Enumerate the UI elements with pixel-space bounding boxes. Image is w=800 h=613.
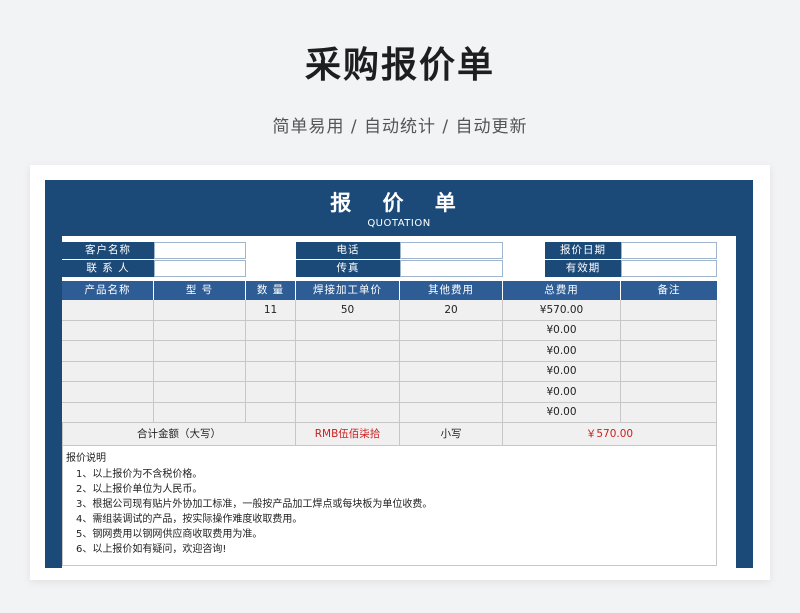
table-cell[interactable] — [400, 321, 503, 341]
col-header-product: 产品名称 — [62, 281, 154, 300]
fax-field[interactable] — [400, 260, 503, 277]
page-subtitle: 简单易用 / 自动统计 / 自动更新 — [272, 117, 528, 137]
table-cell[interactable] — [62, 321, 154, 341]
table-cell[interactable]: ¥570.00 — [503, 300, 621, 321]
table-cell[interactable] — [621, 321, 717, 341]
note-item: 3、根据公司现有贴片外协加工标准，一般按产品加工焊点或每块板为单位收费。 — [76, 499, 433, 510]
quotation-form: 客户名称 联 系 人 电话 传真 报价日期 有效期 产品名称 型 号 数 量 焊… — [62, 236, 736, 568]
table-cell[interactable] — [154, 382, 246, 403]
customer-label: 客户名称 — [62, 242, 154, 259]
table-cell[interactable] — [246, 382, 296, 403]
table-cell[interactable]: ¥0.00 — [503, 321, 621, 341]
table-cell[interactable] — [621, 362, 717, 382]
phone-label: 电话 — [296, 242, 400, 259]
total-amount-words: RMB伍佰柒拾 — [296, 423, 400, 446]
table-cell[interactable] — [154, 341, 246, 362]
notes-title: 报价说明 — [66, 453, 106, 464]
sheet-subtitle: QUOTATION — [367, 218, 431, 229]
table-cell[interactable] — [621, 403, 717, 423]
table-cell[interactable] — [296, 403, 400, 423]
quote-date-field[interactable] — [621, 242, 717, 259]
quotation-sheet: 报 价 单 QUOTATION 客户名称 联 系 人 电话 传真 报价日期 有效… — [45, 180, 753, 568]
table-cell[interactable]: 11 — [246, 300, 296, 321]
table-cell[interactable]: 20 — [400, 300, 503, 321]
total-amount-label: 合计金额（大写） — [62, 423, 296, 446]
col-header-remarks: 备注 — [621, 281, 717, 300]
customer-field[interactable] — [154, 242, 246, 259]
note-item: 6、以上报价如有疑问，欢迎咨询! — [76, 544, 227, 555]
col-header-model: 型 号 — [154, 281, 246, 300]
note-item: 5、钢网费用以钢网供应商收取费用为准。 — [76, 529, 263, 540]
phone-field[interactable] — [400, 242, 503, 259]
col-header-quantity: 数 量 — [246, 281, 296, 300]
table-cell[interactable]: ¥0.00 — [503, 403, 621, 423]
note-item: 1、以上报价为不含税价格。 — [76, 469, 203, 480]
validity-label: 有效期 — [545, 260, 621, 277]
table-cell[interactable] — [154, 300, 246, 321]
table-cell[interactable] — [621, 341, 717, 362]
table-cell[interactable]: ¥0.00 — [503, 382, 621, 403]
total-small-label: 小写 — [400, 423, 503, 446]
table-cell[interactable] — [246, 321, 296, 341]
table-cell[interactable] — [400, 403, 503, 423]
table-cell[interactable] — [154, 321, 246, 341]
total-amount-number: ￥570.00 — [503, 423, 717, 446]
contact-label: 联 系 人 — [62, 260, 154, 277]
contact-field[interactable] — [154, 260, 246, 277]
table-cell[interactable] — [296, 362, 400, 382]
quotation-notes: 报价说明 1、以上报价为不含税价格。 2、以上报价单位为人民币。 3、根据公司现… — [62, 446, 717, 566]
col-header-total: 总费用 — [503, 281, 621, 300]
table-cell[interactable] — [62, 403, 154, 423]
table-cell[interactable] — [246, 341, 296, 362]
table-cell[interactable] — [246, 362, 296, 382]
table-cell[interactable] — [621, 300, 717, 321]
table-cell[interactable] — [400, 341, 503, 362]
table-cell[interactable] — [400, 362, 503, 382]
table-cell[interactable] — [62, 362, 154, 382]
table-cell[interactable]: 50 — [296, 300, 400, 321]
sheet-title: 报 价 单 — [330, 191, 468, 215]
page-title: 采购报价单 — [304, 45, 495, 86]
quotation-card: 报 价 单 QUOTATION 客户名称 联 系 人 电话 传真 报价日期 有效… — [30, 165, 770, 580]
quote-date-label: 报价日期 — [545, 242, 621, 259]
table-cell[interactable] — [154, 362, 246, 382]
table-cell[interactable] — [296, 341, 400, 362]
table-cell[interactable] — [296, 321, 400, 341]
table-cell[interactable] — [154, 403, 246, 423]
table-cell[interactable] — [62, 382, 154, 403]
table-cell[interactable] — [246, 403, 296, 423]
table-cell[interactable] — [621, 382, 717, 403]
fax-label: 传真 — [296, 260, 400, 277]
col-header-other-fees: 其他费用 — [400, 281, 503, 300]
table-cell[interactable]: ¥0.00 — [503, 362, 621, 382]
table-cell[interactable] — [62, 300, 154, 321]
table-cell[interactable] — [400, 382, 503, 403]
table-cell[interactable] — [296, 382, 400, 403]
note-item: 2、以上报价单位为人民币。 — [76, 484, 203, 495]
table-cell[interactable] — [62, 341, 154, 362]
col-header-unit-price: 焊接加工单价 — [296, 281, 400, 300]
note-item: 4、需组装调试的产品，按实际操作难度收取费用。 — [76, 514, 303, 525]
validity-field[interactable] — [621, 260, 717, 277]
table-cell[interactable]: ¥0.00 — [503, 341, 621, 362]
